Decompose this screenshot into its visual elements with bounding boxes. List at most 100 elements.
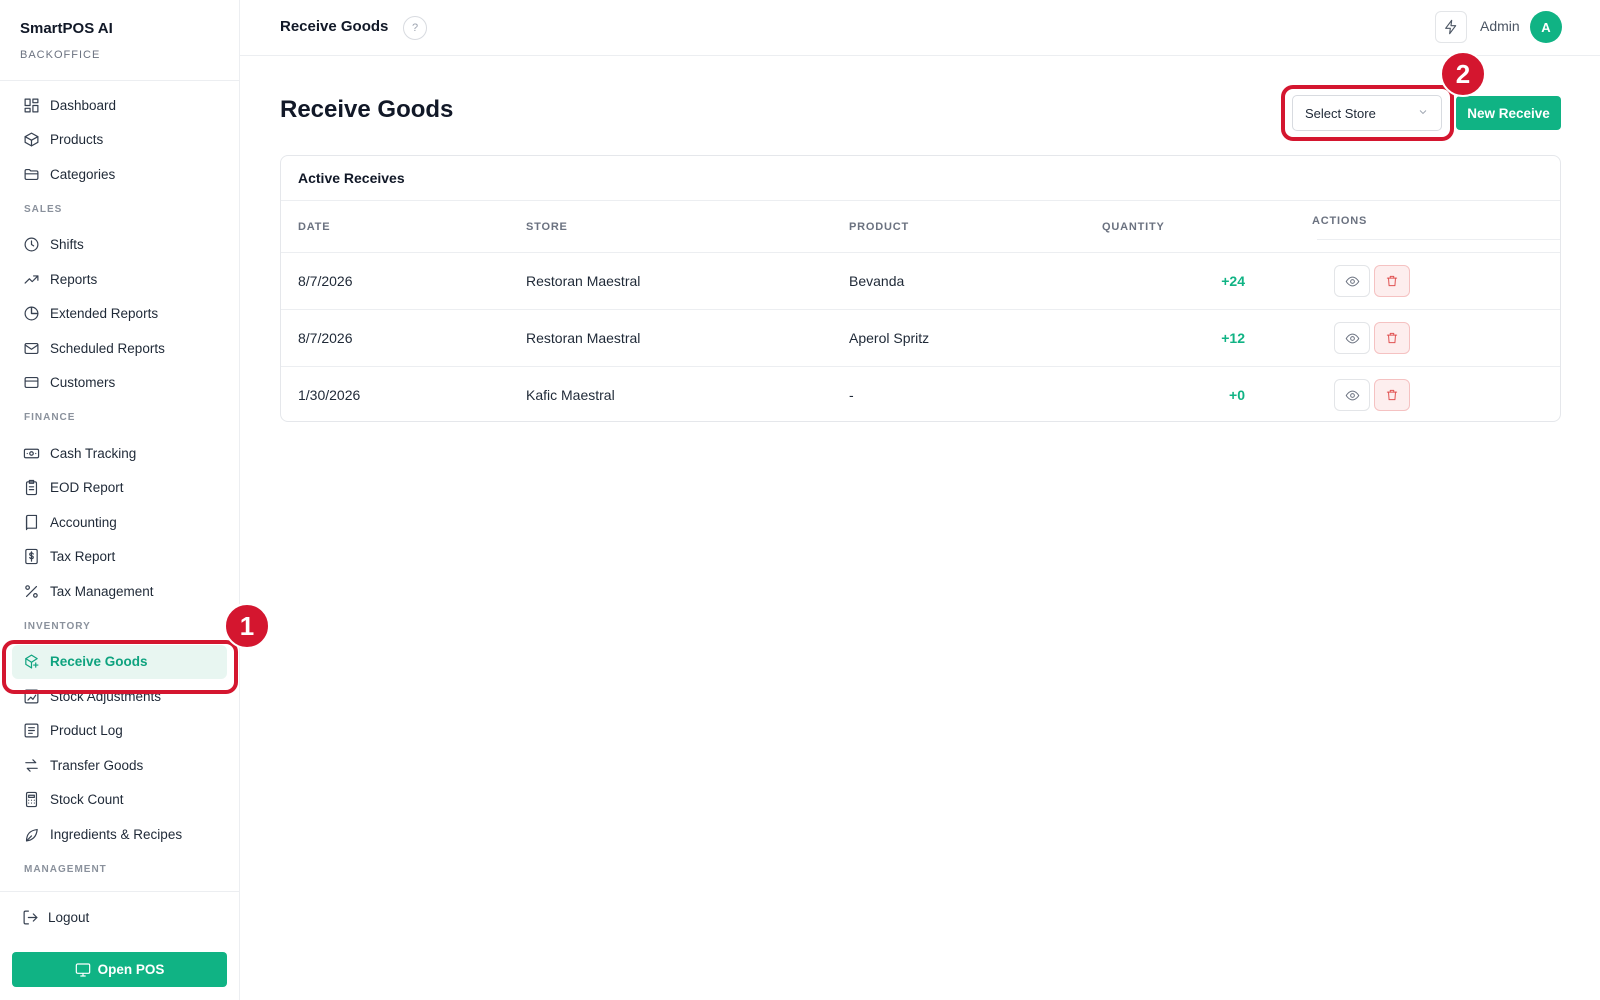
sidebar-item-categories[interactable]: Categories	[0, 157, 239, 192]
page-title: Receive Goods	[280, 96, 454, 123]
quick-actions-button[interactable]	[1435, 11, 1467, 43]
sidebar-item-reports[interactable]: Reports	[0, 262, 239, 297]
box-icon	[22, 131, 40, 149]
open-pos-button[interactable]: Open POS	[12, 952, 227, 987]
sidebar-item-shifts[interactable]: Shifts	[0, 228, 239, 263]
trending-up-icon	[22, 270, 40, 288]
sidebar-item-tax-report[interactable]: Tax Report	[0, 540, 239, 575]
delete-button[interactable]	[1374, 379, 1410, 411]
trash-icon	[1386, 332, 1398, 344]
column-header-date: DATE	[298, 221, 331, 233]
sidebar-item-extended-reports[interactable]: Extended Reports	[0, 297, 239, 332]
active-receives-card: Active Receives DATE STORE PRODUCT QUANT…	[280, 155, 1561, 422]
sidebar-item-product-log[interactable]: Product Log	[0, 714, 239, 749]
view-button[interactable]	[1334, 379, 1370, 411]
sidebar-item-label: Shifts	[50, 237, 84, 253]
nav-section-management: MANAGEMENT	[24, 863, 107, 875]
sidebar-item-label: Accounting	[50, 514, 117, 530]
help-icon[interactable]: ?	[403, 16, 427, 40]
mail-icon	[22, 339, 40, 357]
cell-quantity: +24	[1221, 273, 1245, 289]
column-header-store: STORE	[526, 221, 568, 233]
sidebar-item-label: Stock Count	[50, 792, 124, 808]
clipboard-icon	[22, 479, 40, 497]
eye-icon	[1345, 333, 1359, 343]
cell-product: -	[849, 387, 854, 403]
sidebar-item-tax-management[interactable]: Tax Management	[0, 574, 239, 609]
column-header-product: PRODUCT	[849, 221, 909, 233]
percent-icon	[22, 582, 40, 600]
sidebar-item-label: Ingredients & Recipes	[50, 826, 183, 842]
logout-label: Logout	[48, 909, 90, 925]
cell-date: 1/30/2026	[298, 387, 361, 403]
annotation-ring-1	[2, 640, 238, 694]
column-header-quantity: QUANTITY	[1102, 221, 1165, 233]
clock-icon	[22, 236, 40, 254]
table-body: 8/7/2026 Restoran Maestral Bevanda +24 8/7/2…	[281, 253, 1560, 421]
table-row: 1/30/2026 Kafic Maestral - +0	[281, 367, 1560, 421]
divider	[1317, 239, 1560, 240]
sidebar-item-dashboard[interactable]: Dashboard	[0, 88, 239, 123]
sidebar-item-ingredients-recipes[interactable]: Ingredients & Recipes	[0, 817, 239, 852]
sidebar-item-label: Product Log	[50, 723, 123, 739]
cell-date: 8/7/2026	[298, 330, 353, 346]
sidebar-item-label: EOD Report	[50, 480, 124, 496]
sidebar-item-accounting[interactable]: Accounting	[0, 505, 239, 540]
cell-product: Aperol Spritz	[849, 330, 930, 346]
logout-button[interactable]: Logout	[0, 900, 239, 934]
dollar-doc-icon	[22, 548, 40, 566]
sidebar-item-label: Dashboard	[50, 97, 117, 113]
avatar[interactable]: A	[1530, 11, 1562, 43]
sidebar-item-label: Transfer Goods	[50, 757, 144, 773]
sidebar-item-products[interactable]: Products	[0, 123, 239, 158]
trash-icon	[1386, 275, 1398, 287]
view-button[interactable]	[1334, 265, 1370, 297]
sidebar-item-transfer-goods[interactable]: Transfer Goods	[0, 748, 239, 783]
cell-product: Bevanda	[849, 273, 905, 289]
open-pos-label: Open POS	[97, 962, 165, 977]
card-title: Active Receives	[281, 156, 1560, 201]
sidebar-item-customers[interactable]: Customers	[0, 366, 239, 401]
column-header-actions: ACTIONS	[1312, 215, 1368, 227]
arrows-icon	[22, 756, 40, 774]
sidebar-footer: Logout Open POS	[0, 891, 239, 987]
view-button[interactable]	[1334, 322, 1370, 354]
cell-quantity: +12	[1221, 330, 1245, 346]
sidebar-nav: Dashboard Products Categories SALES Shifts Re…	[0, 88, 239, 891]
leaf-icon	[22, 825, 40, 843]
delete-button[interactable]	[1374, 322, 1410, 354]
cell-store: Restoran Maestral	[526, 273, 641, 289]
sidebar-item-scheduled-reports[interactable]: Scheduled Reports	[0, 331, 239, 366]
cell-store: Kafic Maestral	[526, 387, 615, 403]
list-icon	[22, 722, 40, 740]
folder-icon	[22, 165, 40, 183]
annotation-ring-2	[1281, 85, 1454, 141]
calculator-icon	[22, 791, 40, 809]
annotation-badge-1: 1	[224, 603, 270, 649]
sidebar-item-stock-count[interactable]: Stock Count	[0, 783, 239, 818]
sidebar-item-label: Extended Reports	[50, 306, 159, 322]
delete-button[interactable]	[1374, 265, 1410, 297]
nav-section-sales: SALES	[24, 203, 63, 215]
eye-icon	[1345, 390, 1359, 400]
sidebar-item-label: Products	[50, 132, 104, 148]
table-row: 8/7/2026 Restoran Maestral Aperol Spritz +1…	[281, 310, 1560, 367]
annotation-badge-2: 2	[1440, 51, 1486, 97]
cash-icon	[22, 444, 40, 462]
new-receive-button[interactable]: New Receive	[1456, 96, 1561, 130]
logout-icon	[22, 909, 39, 926]
brand-name: SmartPOS AI	[20, 20, 113, 37]
sidebar-item-cash-tracking[interactable]: Cash Tracking	[0, 436, 239, 471]
dashboard-icon	[22, 96, 40, 114]
sidebar-item-label: Tax Management	[50, 583, 154, 599]
cell-quantity: +0	[1229, 387, 1245, 403]
brand-subtitle: BACKOFFICE	[20, 49, 101, 61]
table-row: 8/7/2026 Restoran Maestral Bevanda +24	[281, 253, 1560, 310]
user-name[interactable]: Admin	[1480, 18, 1520, 34]
eye-icon	[1345, 276, 1359, 286]
cell-date: 8/7/2026	[298, 273, 353, 289]
sidebar-item-eod-report[interactable]: EOD Report	[0, 471, 239, 506]
trash-icon	[1386, 389, 1398, 401]
sidebar-item-label: Scheduled Reports	[50, 340, 165, 356]
table-header: DATE STORE PRODUCT QUANTITY ACTIONS	[281, 201, 1560, 253]
